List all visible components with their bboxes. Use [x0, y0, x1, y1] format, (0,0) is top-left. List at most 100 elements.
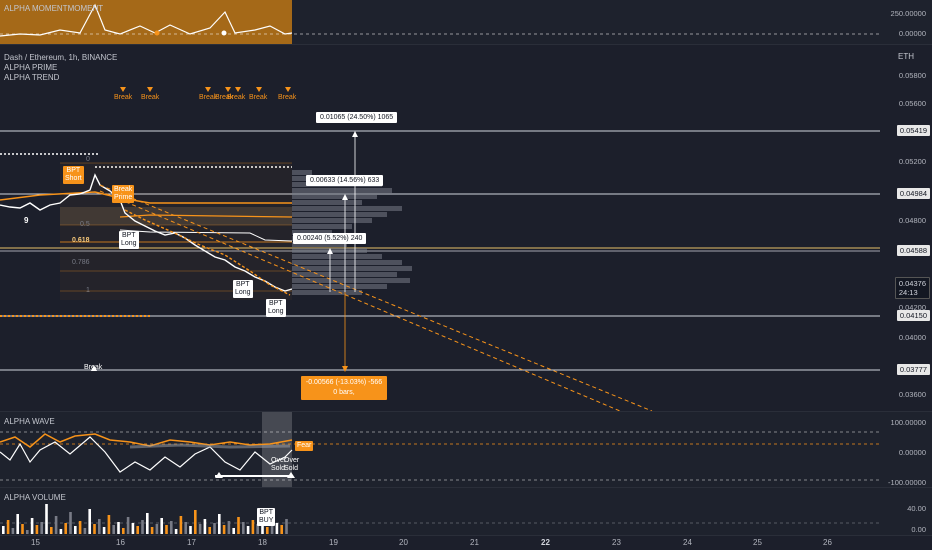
volume-bar — [117, 522, 120, 534]
volume-bar — [54, 516, 58, 534]
bpt-long-signal: BPT Long — [266, 299, 286, 317]
price-tick: 0.04000 — [898, 333, 926, 342]
volume-bar — [40, 522, 43, 534]
measure-label-3[interactable]: 0.00240 (5.52%) 240 — [293, 233, 367, 244]
chart-window: { "chart": { "symbol_line": "Dash / Ethe… — [0, 0, 932, 550]
volume-bar — [242, 522, 245, 534]
volume-bar — [112, 525, 115, 534]
volume-bar — [69, 512, 72, 534]
volume-bar — [165, 525, 168, 534]
bpt-long-signal: BPT Long — [233, 280, 253, 298]
volume-plot — [0, 504, 880, 534]
volume-bar — [150, 527, 154, 534]
volume-bar — [122, 528, 125, 534]
time-tick: 18 — [258, 538, 267, 547]
time-tick: 20 — [399, 538, 408, 547]
time-tick: 16 — [116, 538, 125, 547]
price-pane[interactable]: Dash / Ethereum, 1h, BINANCE ALPHA PRIME… — [0, 44, 932, 412]
volume-bar — [26, 530, 29, 534]
volume-bar — [246, 526, 250, 534]
volume-title: ALPHA VOLUME — [4, 493, 66, 502]
wave-title: ALPHA WAVE — [4, 417, 55, 426]
volume-bar — [146, 513, 149, 534]
volume-bar — [285, 519, 288, 534]
volume-bar — [107, 515, 111, 534]
break-signal: Break — [278, 94, 297, 101]
volume-bar — [189, 526, 192, 534]
break-signal: Break — [227, 94, 246, 101]
fib-level-0786: 0.786 — [72, 259, 90, 266]
volume-bar — [6, 520, 10, 534]
volume-bar — [74, 526, 77, 534]
volume-bar — [266, 527, 269, 534]
time-tick: 23 — [612, 538, 621, 547]
last-price-tag: 0.04376 24:13 — [894, 277, 930, 299]
momentum-axis-tick: 0.00000 — [898, 29, 926, 38]
wave-axis-tick: 0.00000 — [898, 448, 926, 457]
volume-bar — [64, 523, 67, 534]
currency-label: ETH — [898, 52, 914, 61]
volume-bar — [179, 516, 183, 534]
time-tick: 15 — [31, 538, 40, 547]
volume-bar — [98, 519, 101, 534]
time-tick: 19 — [329, 538, 338, 547]
volume-bar — [194, 510, 197, 534]
volume-bar — [174, 529, 178, 534]
measure-label-2[interactable]: 0.00633 (14.56%) 633 — [306, 175, 384, 186]
wave-plot — [0, 412, 880, 488]
price-plot[interactable] — [0, 45, 932, 412]
volume-bar — [280, 525, 283, 534]
volume-bar — [50, 527, 53, 534]
momentum-pane: ALPHA MOMENTMOMENT 250.00000 0.00000 — [0, 0, 932, 44]
price-tag: 0.04588 — [896, 245, 930, 256]
volume-bar — [208, 527, 211, 534]
bpt-long-signal: BPT Long — [119, 231, 139, 249]
volume-bar — [222, 525, 226, 534]
symbol-title: Dash / Ethereum, 1h, BINANCE — [4, 53, 118, 62]
time-tick: 17 — [187, 538, 196, 547]
volume-bar — [30, 518, 34, 534]
break-signal: Break — [114, 94, 133, 101]
price-tag: 0.05419 — [896, 125, 930, 136]
time-tick: 26 — [823, 538, 832, 547]
oversold-label: Over Sold — [284, 457, 300, 472]
break-prime-signal: Break Prime — [112, 185, 135, 203]
measure-label-1[interactable]: 0.01065 (24.50%) 1065 — [316, 112, 398, 123]
fib-level-05: 0.5 — [80, 221, 90, 228]
volume-bar — [136, 526, 139, 534]
bar-countdown: 24:13 — [898, 288, 918, 297]
indicator-alpha-prime[interactable]: ALPHA PRIME — [4, 63, 57, 72]
volume-bar — [251, 520, 255, 534]
bpt-buy-signal: BPT BUY — [257, 508, 276, 526]
volume-bar — [155, 524, 159, 534]
volume-bar — [59, 529, 63, 534]
time-tick: 22 — [541, 538, 550, 547]
volume-bar — [35, 525, 39, 534]
wave-pane: ALPHA WAVE 100.00000 0.00000 -100.00000 … — [0, 411, 932, 488]
volume-bar — [21, 524, 24, 534]
price-tag: 0.04984 — [896, 188, 930, 199]
volume-bar — [93, 524, 96, 534]
volume-bar — [2, 526, 5, 534]
price-tick: 0.05800 — [898, 71, 926, 80]
volume-bar — [227, 521, 231, 534]
volume-bar — [45, 504, 48, 534]
break-signal: Break — [84, 364, 103, 371]
volume-bar — [218, 514, 221, 534]
measure-label-4[interactable]: -0.00566 (-13.03%) -566 0 bars, — [301, 376, 387, 400]
break-signal: Break — [141, 94, 160, 101]
volume-bar — [232, 528, 235, 534]
break-signal: Break — [249, 94, 268, 101]
momentum-plot — [0, 0, 880, 44]
time-tick: 21 — [470, 538, 479, 547]
count-nine-label: 9 — [24, 216, 29, 225]
indicator-alpha-trend[interactable]: ALPHA TREND — [4, 73, 59, 82]
time-axis — [0, 535, 932, 550]
price-tag: 0.04150 — [896, 310, 930, 321]
fear-badge: Fear — [295, 441, 314, 451]
price-tick: 0.03600 — [898, 390, 926, 399]
volume-axis-tick: 0.00 — [911, 525, 926, 534]
wave-axis-tick: 100.00000 — [890, 418, 926, 427]
volume-bar — [78, 521, 82, 534]
time-tick: 25 — [753, 538, 762, 547]
